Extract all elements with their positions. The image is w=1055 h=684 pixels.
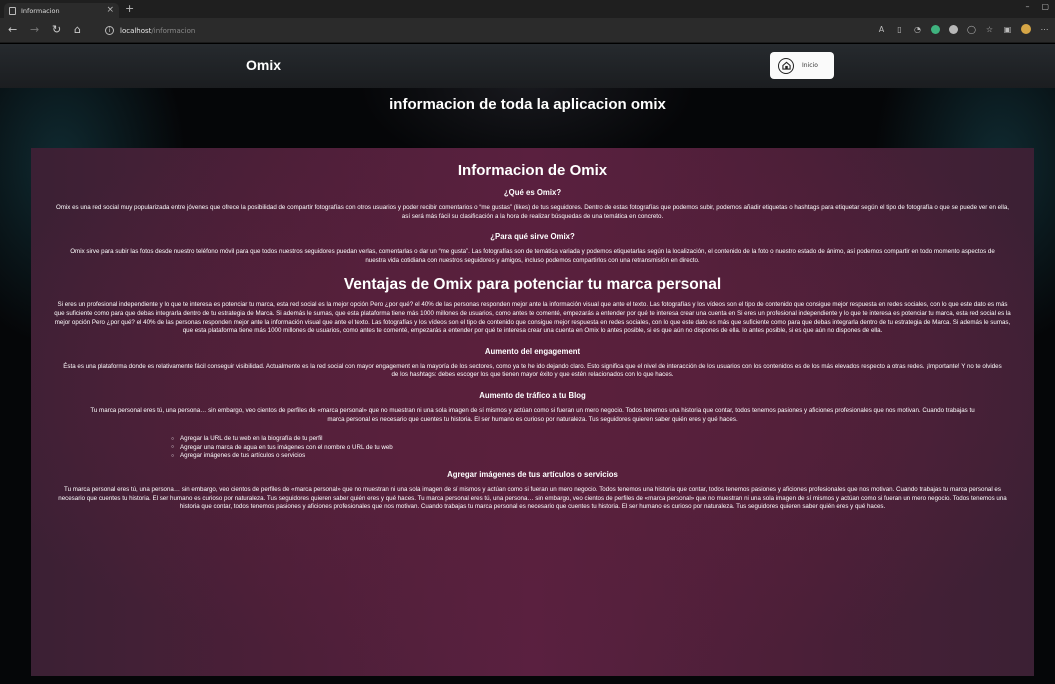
- tab-title: Informacion: [21, 6, 60, 15]
- home-icon[interactable]: ⌂: [74, 23, 81, 37]
- extension-icon[interactable]: ◯: [967, 25, 976, 34]
- paragraph-imagenes: Tu marca personal eres tú, una persona… …: [58, 485, 1007, 511]
- question-what: ¿Qué es Omix?: [503, 188, 562, 197]
- read-aloud-icon[interactable]: A: [877, 25, 886, 34]
- paragraph-ventajas: Si eres un profesional independiente y l…: [54, 301, 1011, 335]
- toolbar-icons: A ▯ ◔ ◯ ☆ ▣ ⋯: [877, 24, 1049, 34]
- extension-icon[interactable]: [931, 24, 940, 34]
- inicio-label: Inicio: [802, 62, 818, 69]
- inicio-button[interactable]: Inicio: [770, 52, 834, 79]
- maximize-icon[interactable]: ▢: [1041, 2, 1049, 11]
- heading-blog: Aumento de tráfico a tu Blog: [479, 390, 586, 400]
- list-item: Agregar una marca de agua en tus imágene…: [171, 444, 1012, 453]
- browser-tab[interactable]: Informacion ×: [4, 3, 119, 18]
- paragraph-what: Omix es una red social muy popularizada …: [55, 204, 1010, 220]
- brand-logo[interactable]: Omix: [246, 57, 281, 73]
- profile-icon[interactable]: [1021, 24, 1031, 34]
- browser-toolbar: ← → ↻ ⌂ i localhost /informacion A ▯ ◔ ◯…: [0, 18, 1055, 43]
- back-icon[interactable]: ←: [8, 23, 17, 37]
- address-bar[interactable]: i localhost /informacion: [105, 22, 855, 39]
- page-title: informacion de toda la aplicacion omix: [389, 96, 666, 113]
- list-item: Agregar imágenes de tus artículos o serv…: [171, 452, 1012, 461]
- tab-close-icon[interactable]: ×: [106, 6, 114, 15]
- url-host: localhost: [120, 26, 152, 35]
- new-tab-icon[interactable]: +: [125, 3, 134, 14]
- paragraph-for: Omix sirve para subir las fotos desde nu…: [70, 248, 995, 264]
- extension-icon[interactable]: [949, 24, 958, 34]
- info-icon[interactable]: i: [105, 26, 114, 35]
- section-title-ventajas: Ventajas de Omix para potenciar tu marca…: [343, 276, 722, 294]
- site-header: Omix Inicio: [0, 44, 1055, 88]
- favorites-icon[interactable]: ☆: [985, 25, 994, 34]
- minimize-icon[interactable]: –: [1025, 2, 1029, 11]
- web-page: Omix Inicio informacion de toda la aplic…: [0, 44, 1055, 684]
- url-path: /informacion: [151, 26, 196, 35]
- reader-mode-icon[interactable]: ▯: [895, 25, 904, 34]
- home-icon: [778, 57, 794, 74]
- reload-icon[interactable]: ↻: [52, 23, 61, 37]
- collections-icon[interactable]: ▣: [1003, 25, 1012, 34]
- section-title-info: Informacion de Omix: [457, 162, 608, 179]
- window-controls: – ▢: [1025, 2, 1049, 11]
- page-icon: [9, 6, 16, 15]
- question-for: ¿Para qué sirve Omix?: [490, 232, 575, 242]
- heading-engagement: Aumento del engagement: [484, 346, 581, 356]
- paragraph-blog: Tu marca personal eres tú, una persona… …: [90, 406, 975, 423]
- browser-tab-bar: Informacion × + – ▢: [0, 0, 1055, 18]
- tips-list: Agregar la URL de tu web en la biografía…: [53, 435, 1012, 461]
- more-icon[interactable]: ⋯: [1040, 25, 1049, 34]
- tracking-icon[interactable]: ◔: [913, 25, 922, 34]
- paragraph-engagement: Ésta es una plataforma donde es relativa…: [63, 362, 1002, 379]
- info-card: Informacion de Omix ¿Qué es Omix? Omix e…: [31, 148, 1034, 676]
- forward-icon[interactable]: →: [30, 23, 39, 37]
- list-item: Agregar la URL de tu web en la biografía…: [171, 435, 1012, 444]
- heading-imagenes: Agregar imágenes de tus artículos o serv…: [447, 469, 618, 479]
